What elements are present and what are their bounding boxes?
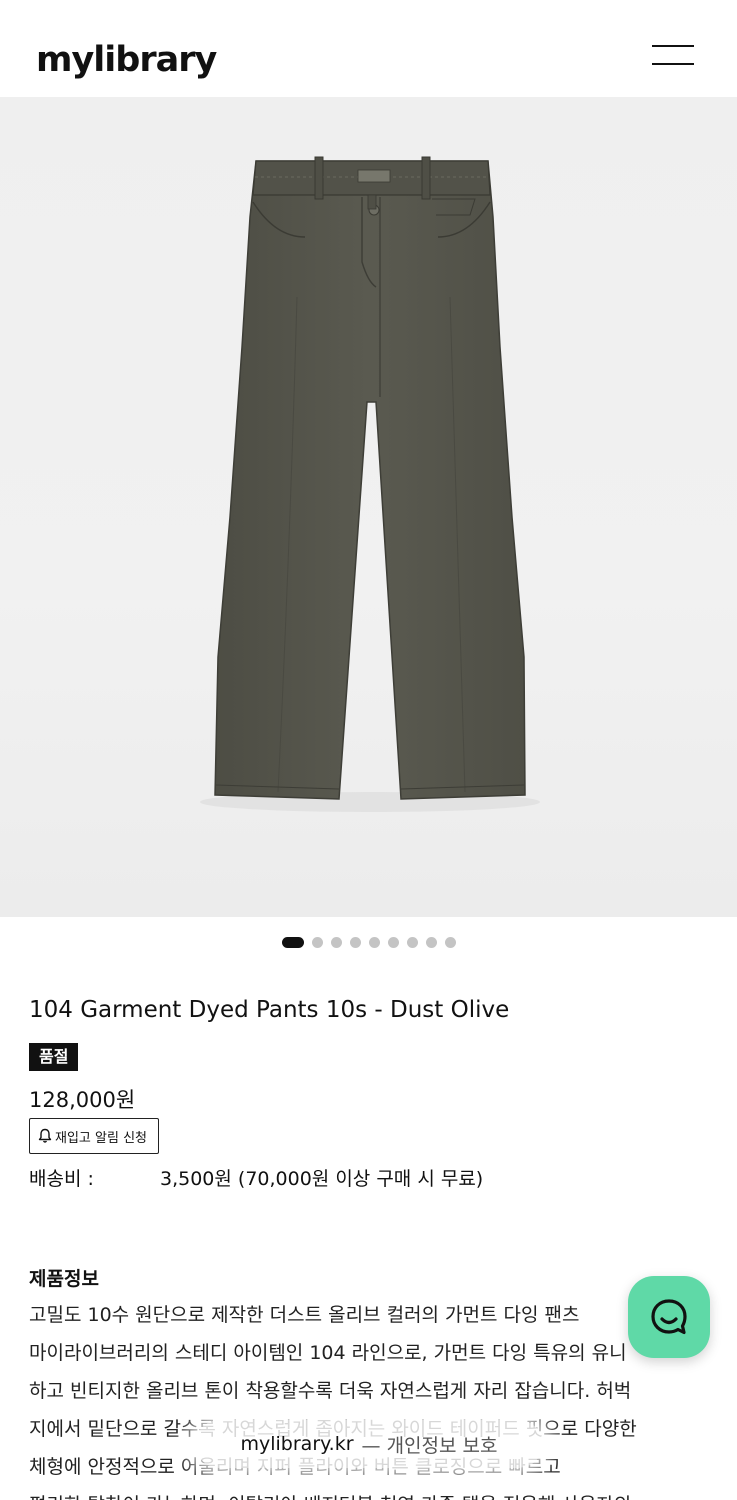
site-header: mylibrary	[0, 0, 737, 97]
carousel-dot[interactable]	[444, 936, 456, 948]
product-title: 104 Garment Dyed Pants 10s - Dust Olive	[29, 997, 510, 1023]
carousel-dot[interactable]	[349, 936, 361, 948]
shipping-label: 배송비 :	[29, 1168, 94, 1190]
description-line: 편리한 탈착이 가능하며, 이탈리아 베지터블 천연 가죽 탭을 적용해 사용자…	[29, 1486, 719, 1500]
menu-line	[652, 63, 694, 65]
menu-line	[652, 45, 694, 47]
carousel-dot[interactable]	[425, 936, 437, 948]
privacy-text: — 개인정보 보호	[361, 1434, 498, 1457]
product-image[interactable]	[0, 97, 737, 917]
product-price: 128,000원	[29, 1088, 136, 1112]
bell-icon	[38, 1128, 52, 1143]
carousel-dot[interactable]	[281, 936, 304, 948]
carousel-dot[interactable]	[368, 936, 380, 948]
product-info-heading: 제품정보	[29, 1268, 99, 1290]
privacy-banner[interactable]: mylibrary.kr — 개인정보 보호	[195, 1420, 543, 1468]
carousel-dot[interactable]	[387, 936, 399, 948]
description-line: 하고 빈티지한 올리브 톤이 착용할수록 더욱 자연스럽게 자리 잡습니다. 허…	[29, 1380, 632, 1402]
product-description: 고밀도 10수 원단으로 제작한 더스트 올리브 컬러의 가먼트 다잉 팬츠 마…	[29, 1296, 719, 1500]
description-line: 고밀도 10수 원단으로 제작한 더스트 올리브 컬러의 가먼트 다잉 팬츠	[29, 1304, 580, 1326]
carousel-dot[interactable]	[330, 936, 342, 948]
chat-smile-icon	[651, 1299, 687, 1335]
restock-button-label: 재입고 알림 신청	[55, 1130, 147, 1146]
carousel-indicator	[0, 936, 737, 948]
site-logo[interactable]: mylibrary	[36, 36, 217, 84]
carousel-dot[interactable]	[406, 936, 418, 948]
pants-illustration	[200, 156, 540, 812]
soldout-badge: 품절	[29, 1043, 79, 1071]
shipping-value: 3,500원 (70,000원 이상 구매 시 무료)	[160, 1168, 484, 1190]
chat-button[interactable]	[628, 1276, 710, 1358]
carousel-dot[interactable]	[311, 936, 323, 948]
hamburger-menu-icon[interactable]	[648, 42, 698, 70]
restock-alert-button[interactable]: 재입고 알림 신청	[29, 1118, 159, 1154]
privacy-domain: mylibrary.kr	[240, 1433, 354, 1455]
description-line: 마이라이브러리의 스테디 아이템인 104 라인으로, 가먼트 다잉 특유의 유…	[29, 1342, 627, 1364]
